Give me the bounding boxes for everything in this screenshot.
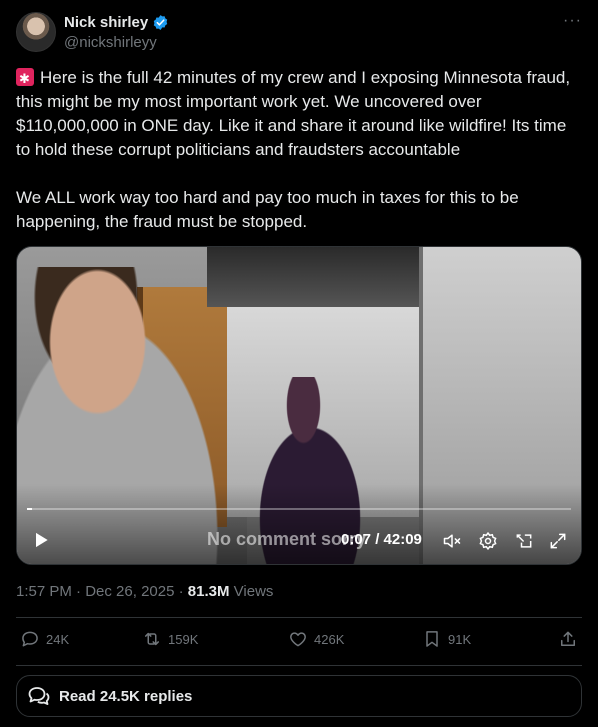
bookmark-icon: [426, 631, 438, 647]
settings-gear-icon[interactable]: [477, 530, 499, 552]
fullscreen-expand-icon[interactable]: [547, 530, 569, 552]
avatar[interactable]: [16, 12, 56, 52]
video-timecode: 0:07 / 42:09: [341, 531, 422, 548]
video-progress-bar[interactable]: [27, 508, 571, 510]
divider: [16, 665, 582, 666]
author-handle[interactable]: @nickshirleyy: [64, 34, 157, 51]
author-name-row[interactable]: Nick shirley: [64, 14, 169, 31]
view-count: 81.3M: [187, 583, 230, 600]
tweet-date[interactable]: Dec 26, 2025: [85, 583, 174, 600]
reply-count: 24K: [46, 631, 70, 647]
divider: [16, 617, 582, 618]
tweet-text: Here is the full 42 minutes of my crew a…: [16, 66, 582, 234]
more-options-icon[interactable]: ···: [563, 12, 582, 30]
play-icon[interactable]: [29, 528, 53, 552]
tweet-header: Nick shirley @nickshirleyy ···: [16, 12, 582, 56]
author-name[interactable]: Nick shirley: [64, 14, 148, 31]
tweet-paragraph-1: Here is the full 42 minutes of my crew a…: [16, 68, 575, 159]
share-button[interactable]: [558, 629, 578, 649]
repost-button[interactable]: 159K: [142, 629, 198, 649]
views-label: Views: [233, 583, 274, 600]
video-progress-fill: [27, 508, 33, 510]
read-replies-button[interactable]: Read 24.5K replies: [16, 675, 582, 717]
picture-in-picture-icon[interactable]: [513, 530, 535, 552]
bookmark-count: 91K: [448, 631, 472, 647]
heart-icon: [290, 632, 306, 647]
tweet-time[interactable]: 1:57 PM: [16, 583, 72, 600]
reply-button[interactable]: 24K: [20, 629, 69, 649]
repost-count: 159K: [168, 631, 199, 647]
repost-icon: [145, 632, 159, 646]
mute-icon[interactable]: [441, 530, 463, 552]
read-replies-label: Read 24.5K replies: [59, 687, 193, 705]
share-icon: [561, 631, 575, 646]
bookmark-button[interactable]: 91K: [422, 629, 471, 649]
video-controls-gradient: [17, 484, 581, 564]
reply-icon: [22, 631, 38, 647]
like-count: 426K: [314, 631, 345, 647]
verified-badge-icon: [153, 15, 168, 30]
video-player[interactable]: No comment sorry 0:07 / 42:09: [16, 246, 582, 565]
like-button[interactable]: 426K: [288, 629, 344, 649]
siren-emoji-icon: [16, 67, 34, 91]
tweet-metadata: 1:57 PM · Dec 26, 2025 · 81.3M Views: [16, 583, 274, 600]
tweet-paragraph-2: We ALL work way too hard and pay too muc…: [16, 188, 524, 231]
action-bar: 24K 159K 426K 91K: [16, 629, 582, 655]
chat-bubbles-icon: [28, 687, 50, 705]
